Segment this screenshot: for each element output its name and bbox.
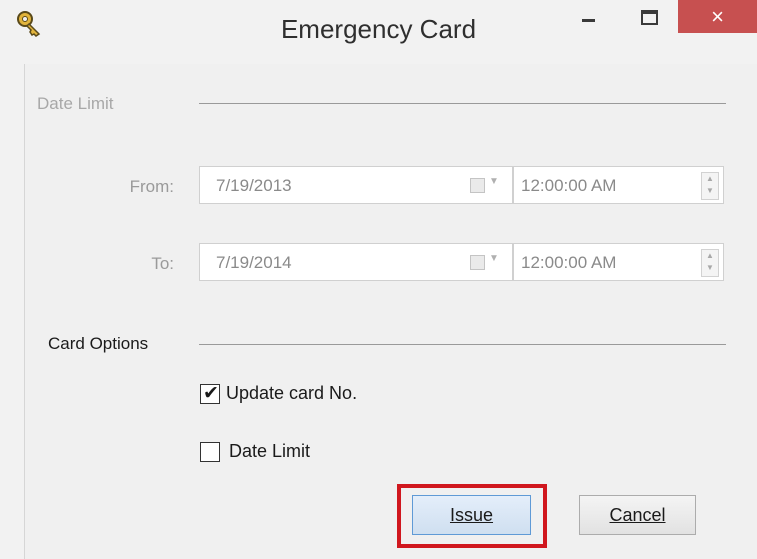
card-options-divider xyxy=(199,344,726,345)
from-date-picker[interactable]: 7/19/2013 ▼ xyxy=(199,166,513,204)
card-options-section-label: Card Options xyxy=(48,334,149,353)
to-calendar-icon[interactable] xyxy=(470,255,485,270)
to-label: To: xyxy=(151,254,174,273)
issue-highlight-box xyxy=(397,484,547,548)
to-time-value: 12:00:00 AM xyxy=(521,253,617,272)
date-limit-checkbox[interactable] xyxy=(200,442,220,462)
to-date-value: 7/19/2014 xyxy=(216,253,292,272)
from-time-picker[interactable]: 12:00:00 AM ▲ ▼ xyxy=(513,166,724,204)
maximize-button[interactable] xyxy=(628,4,670,30)
to-date-picker[interactable]: 7/19/2014 ▼ xyxy=(199,243,513,281)
from-label: From: xyxy=(129,177,174,196)
cancel-button[interactable]: Cancel xyxy=(579,495,696,535)
close-button[interactable]: × xyxy=(678,0,757,33)
emergency-card-window: Emergency Card × Date Limit From: 7/19/2… xyxy=(0,0,757,559)
date-limit-checkbox-label[interactable]: Date Limit xyxy=(229,441,310,462)
minimize-button[interactable] xyxy=(568,4,610,30)
from-calendar-icon[interactable] xyxy=(470,178,485,193)
close-icon: × xyxy=(711,4,724,29)
update-card-no-label[interactable]: Update card No. xyxy=(226,383,357,404)
date-limit-divider xyxy=(199,103,726,104)
title-bar[interactable]: Emergency Card × xyxy=(0,0,757,64)
checkmark-icon: ✔ xyxy=(203,383,219,404)
to-time-picker[interactable]: 12:00:00 AM ▲ ▼ xyxy=(513,243,724,281)
from-dropdown-arrow-icon[interactable]: ▼ xyxy=(489,176,499,187)
to-dropdown-arrow-icon[interactable]: ▼ xyxy=(489,253,499,264)
from-date-value: 7/19/2013 xyxy=(216,176,292,195)
from-time-spinner-icon[interactable]: ▲ ▼ xyxy=(701,172,719,200)
dialog-body xyxy=(24,64,757,559)
date-limit-section-label: Date Limit xyxy=(37,94,114,113)
to-time-spinner-icon[interactable]: ▲ ▼ xyxy=(701,249,719,277)
cancel-button-label: Cancel xyxy=(609,505,666,525)
from-time-value: 12:00:00 AM xyxy=(521,176,617,195)
update-card-no-checkbox[interactable]: ✔ xyxy=(200,383,220,404)
